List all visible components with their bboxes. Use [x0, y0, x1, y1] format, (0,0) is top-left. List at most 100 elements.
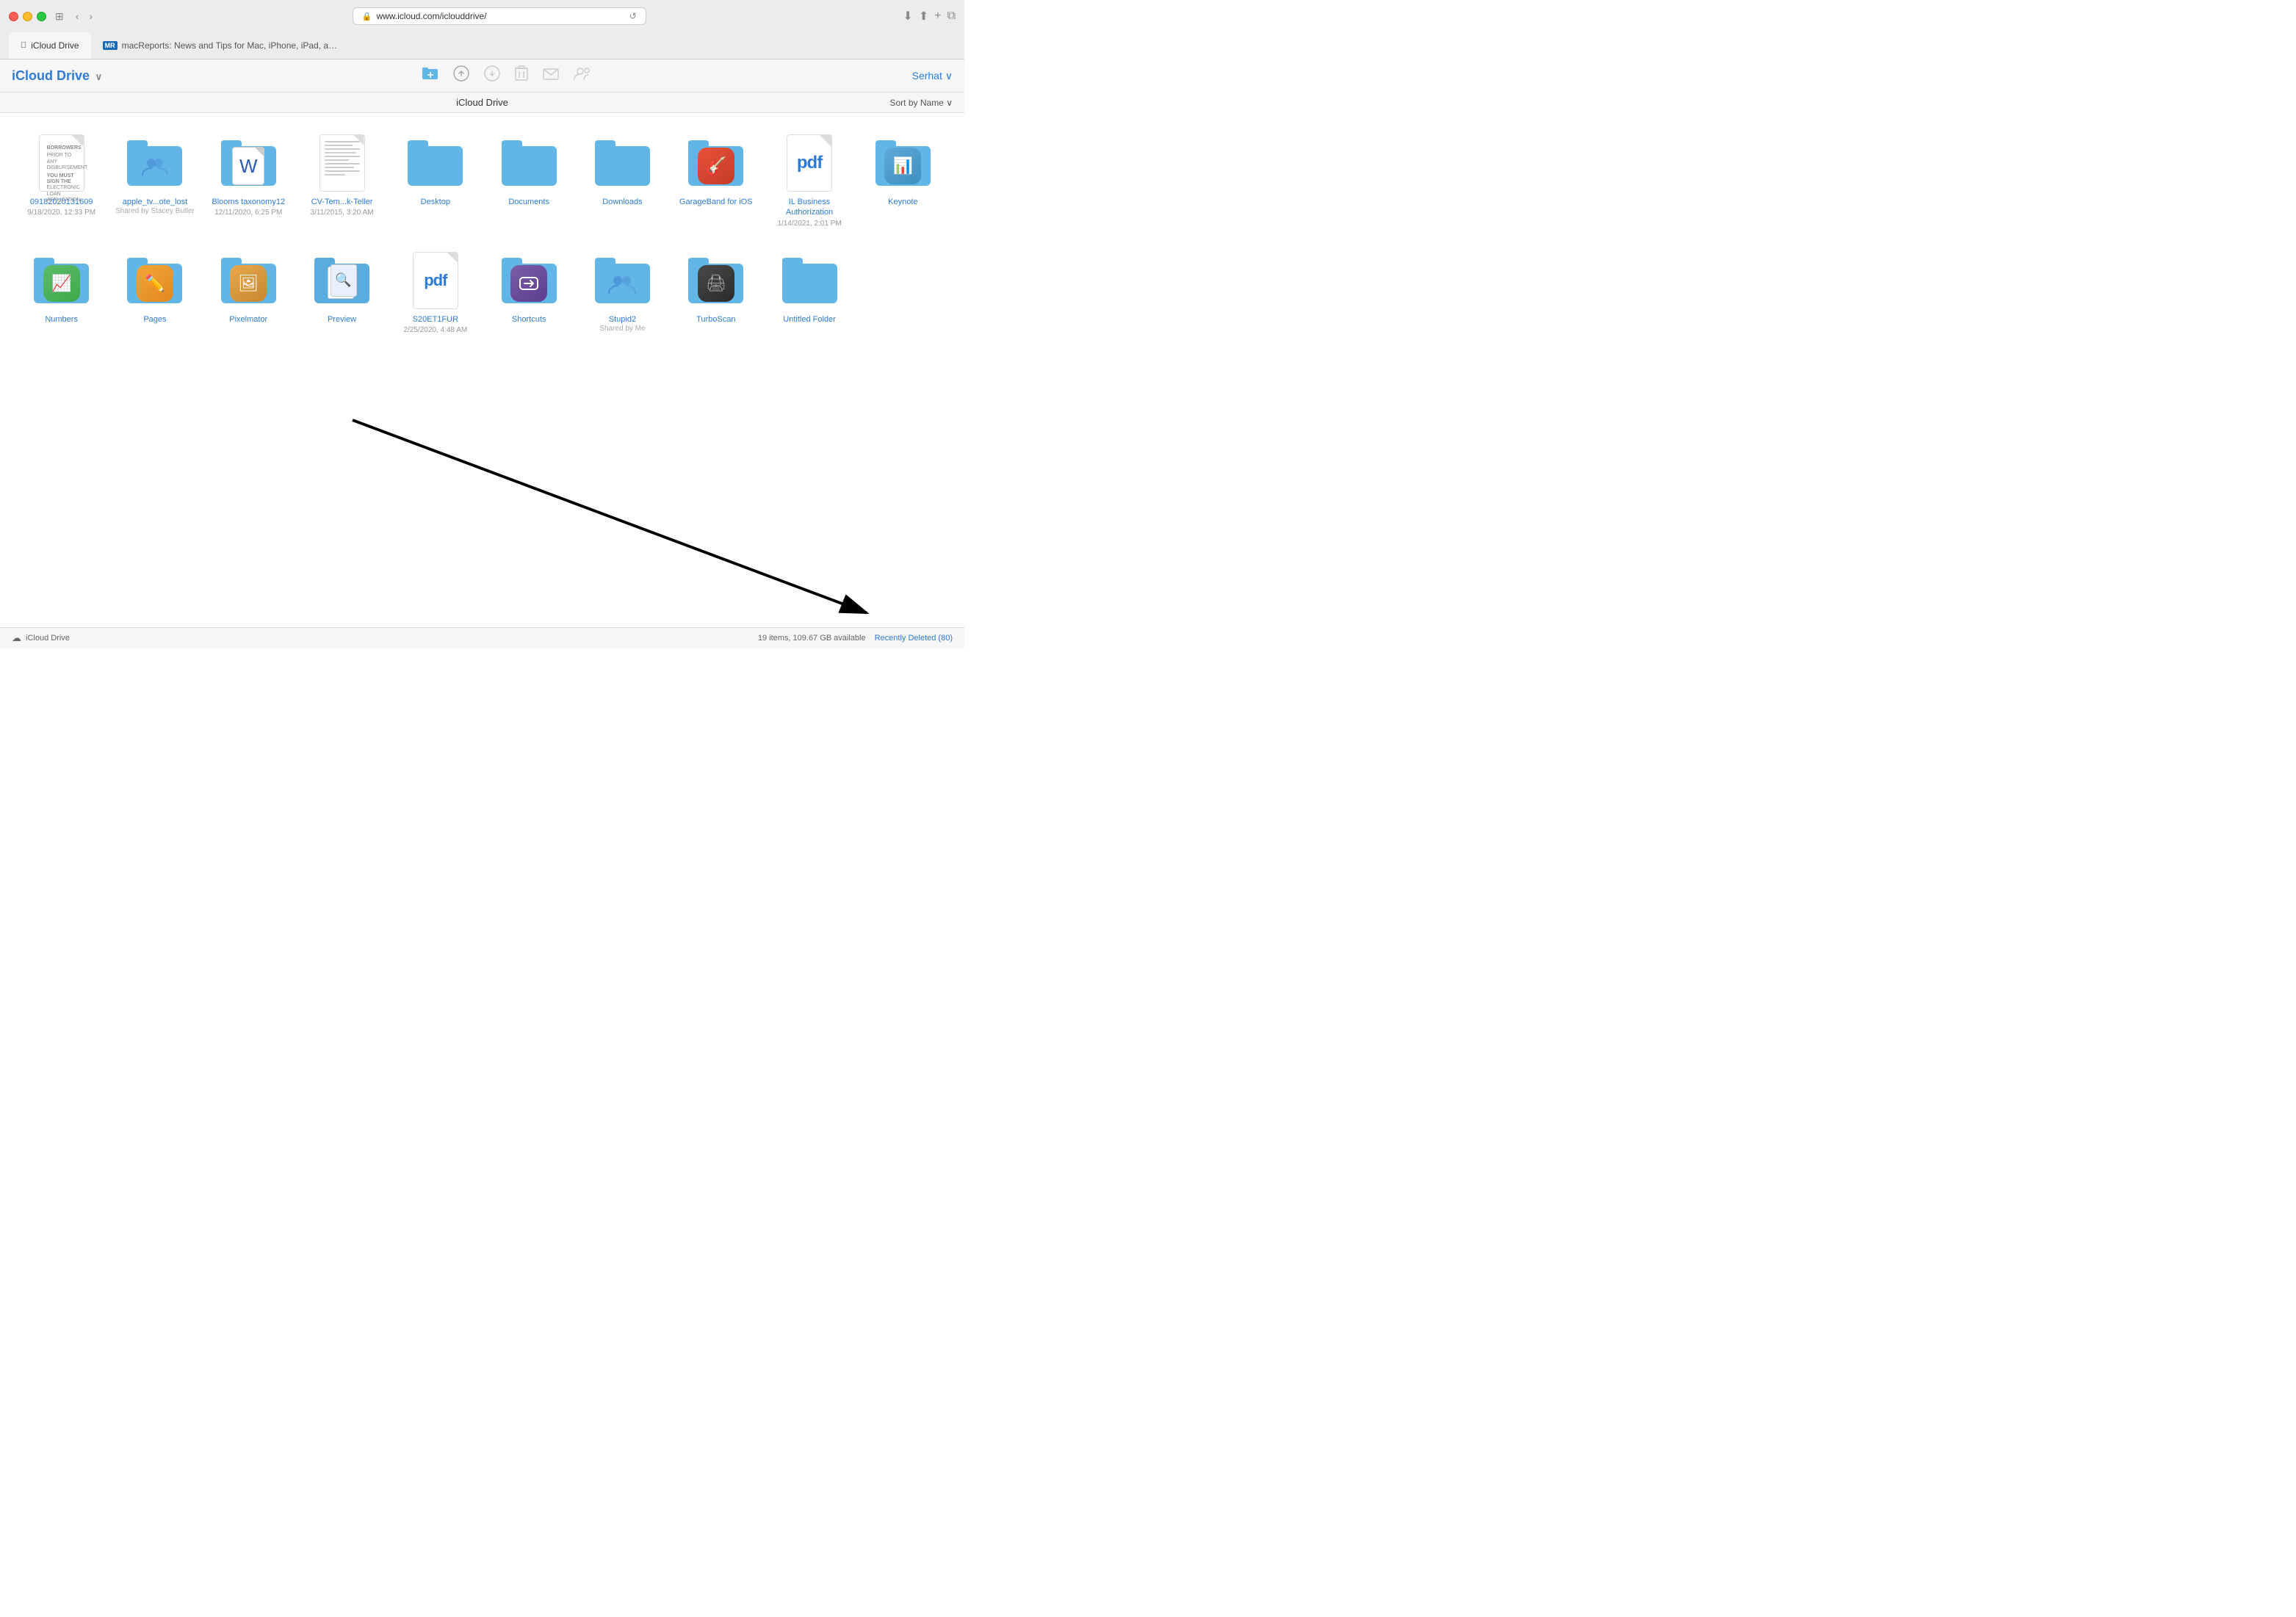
- file-icon: [406, 134, 465, 192]
- folder-icon: 🖨: [688, 258, 743, 303]
- document-icon: BORROWERS PRIOR TO ANY DISBURSEMENT YOU …: [39, 134, 84, 192]
- user-menu-button[interactable]: Serhat ∨: [912, 70, 953, 82]
- file-icon: ✏️: [126, 251, 184, 310]
- items-count: 19 items, 109.67 GB available: [758, 634, 866, 643]
- file-item-stupid2[interactable]: Stupid2 Shared by Me: [579, 245, 666, 340]
- file-name: Documents: [508, 197, 549, 207]
- file-item-preview[interactable]: 🔍 Preview: [298, 245, 386, 340]
- file-icon: pdf: [780, 134, 839, 192]
- recently-deleted-link[interactable]: Recently Deleted (80): [875, 634, 953, 643]
- tab-macreports[interactable]: MR macReports: News and Tips for Mac, iP…: [91, 32, 354, 59]
- status-left: ☁ iCloud Drive: [12, 632, 70, 644]
- sort-button[interactable]: Sort by Name ∨: [890, 98, 953, 108]
- file-icon: BORROWERS PRIOR TO ANY DISBURSEMENT YOU …: [32, 134, 91, 192]
- file-icon: [499, 134, 558, 192]
- folder-icon: 🖼: [221, 258, 276, 303]
- folder-icon: [502, 258, 557, 303]
- status-right: 19 items, 109.67 GB available Recently D…: [758, 634, 953, 643]
- file-item-s20et1fur[interactable]: pdf S20ET1FUR 2/25/2020, 4:48 AM: [391, 245, 479, 340]
- file-name: Stupid2: [609, 314, 636, 325]
- file-item-blooms[interactable]: W Blooms taxonomy12 12/11/2020, 6:25 PM: [205, 128, 292, 234]
- file-icon: 🎸: [687, 134, 746, 192]
- new-folder-button[interactable]: [422, 66, 438, 85]
- icloud-logo-icon: ☁: [12, 632, 21, 644]
- folder-shared-icon: [127, 140, 182, 186]
- sidebar-toggle-button[interactable]: ⊞: [52, 9, 67, 24]
- file-item-cv-teller[interactable]: CV-Tem...k-Teller 3/11/2015, 3:20 AM: [298, 128, 386, 234]
- file-icon: [499, 251, 558, 310]
- tab-overview-button[interactable]: ⧉: [947, 10, 956, 23]
- file-date: 12/11/2020, 6:25 PM: [214, 209, 282, 217]
- file-date: 3/11/2015, 3:20 AM: [311, 209, 374, 217]
- folder-icon: 🎸: [688, 140, 743, 186]
- maximize-button[interactable]: [37, 12, 46, 21]
- app-title[interactable]: iCloud Drive ∨: [12, 68, 102, 84]
- title-chevron: ∨: [93, 71, 102, 82]
- pdf-icon: pdf: [787, 134, 832, 192]
- file-icon: 📈: [32, 251, 91, 310]
- sort-chevron: ∨: [946, 98, 953, 108]
- downloads-button[interactable]: ⬇: [903, 9, 912, 23]
- file-icon: 🖨: [687, 251, 746, 310]
- file-shared: Shared by Stacey Butler: [115, 207, 195, 215]
- close-button[interactable]: [9, 12, 18, 21]
- folder-icon: 📈: [34, 258, 89, 303]
- file-name: Downloads: [602, 197, 642, 207]
- new-tab-button[interactable]: +: [934, 10, 941, 23]
- folder-icon: [595, 258, 650, 303]
- file-icon: [593, 134, 651, 192]
- file-item-apple-tv[interactable]: apple_tv...ote_lost Shared by Stacey But…: [111, 128, 198, 234]
- file-item-pixelmator[interactable]: 🖼 Pixelmator: [205, 245, 292, 340]
- file-item-keynote[interactable]: 📊 Keynote: [859, 128, 947, 234]
- file-item-downloads[interactable]: Downloads: [579, 128, 666, 234]
- folder-icon: [408, 140, 463, 186]
- file-name: Shortcuts: [512, 314, 546, 325]
- folder-icon: [502, 140, 557, 186]
- pdf-blue-icon: pdf: [413, 252, 458, 309]
- file-item-untitled-folder[interactable]: Untitled Folder: [765, 245, 853, 340]
- turboscan-app-icon: 🖨: [698, 265, 734, 302]
- file-icon: [593, 251, 651, 310]
- file-item-turboscan[interactable]: 🖨 TurboScan: [672, 245, 759, 340]
- file-date: 2/25/2020, 4:48 AM: [403, 326, 467, 334]
- file-name: apple_tv...ote_lost: [123, 197, 187, 207]
- file-item-desktop[interactable]: Desktop: [391, 128, 479, 234]
- file-icon: 📊: [873, 134, 932, 192]
- folder-icon: [595, 140, 650, 186]
- file-name: Pixelmator: [229, 314, 267, 325]
- upload-button[interactable]: [453, 65, 469, 86]
- drive-title: iCloud Drive: [325, 97, 639, 108]
- browser-right-controls: ⬇ ⬆ + ⧉: [903, 9, 956, 23]
- main-content: BORROWERS PRIOR TO ANY DISBURSEMENT YOU …: [0, 113, 964, 627]
- people-button[interactable]: [574, 67, 591, 84]
- nav-controls: ‹ ›: [73, 9, 95, 23]
- file-name: Untitled Folder: [783, 314, 836, 325]
- url-text: www.icloud.com/iclouddrive/: [376, 11, 486, 21]
- download-toolbar-button[interactable]: [484, 65, 500, 86]
- file-date: 1/14/2021, 2:01 PM: [777, 220, 841, 228]
- pixelmator-app-icon: 🖼: [230, 265, 267, 302]
- status-bar: ☁ iCloud Drive 19 items, 109.67 GB avail…: [0, 627, 964, 648]
- file-icon: [780, 251, 839, 310]
- forward-button[interactable]: ›: [86, 9, 95, 23]
- file-item-pages[interactable]: ✏️ Pages: [111, 245, 198, 340]
- file-item-09182020131609[interactable]: BORROWERS PRIOR TO ANY DISBURSEMENT YOU …: [18, 128, 105, 234]
- traffic-lights: [9, 12, 46, 21]
- url-bar[interactable]: 🔒 www.icloud.com/iclouddrive/ ↺: [353, 7, 646, 25]
- file-item-il-business[interactable]: pdf IL Business Authorization 1/14/2021,…: [765, 128, 853, 234]
- file-item-numbers[interactable]: 📈 Numbers: [18, 245, 105, 340]
- file-item-garageband[interactable]: 🎸 GarageBand for iOS: [672, 128, 759, 234]
- tab-icloud-drive[interactable]:  iCloud Drive: [9, 32, 91, 59]
- back-button[interactable]: ‹: [73, 9, 82, 23]
- file-item-shortcuts[interactable]: Shortcuts: [485, 245, 573, 340]
- folder-icon: [782, 258, 837, 303]
- delete-button[interactable]: [515, 65, 528, 86]
- status-app-name: iCloud Drive: [26, 634, 70, 643]
- share-button[interactable]: ⬆: [919, 9, 928, 23]
- file-icon: [313, 134, 372, 192]
- email-button[interactable]: [543, 68, 559, 84]
- apple-icon: : [21, 41, 26, 50]
- minimize-button[interactable]: [23, 12, 32, 21]
- reload-icon[interactable]: ↺: [629, 11, 637, 21]
- file-item-documents[interactable]: Documents: [485, 128, 573, 234]
